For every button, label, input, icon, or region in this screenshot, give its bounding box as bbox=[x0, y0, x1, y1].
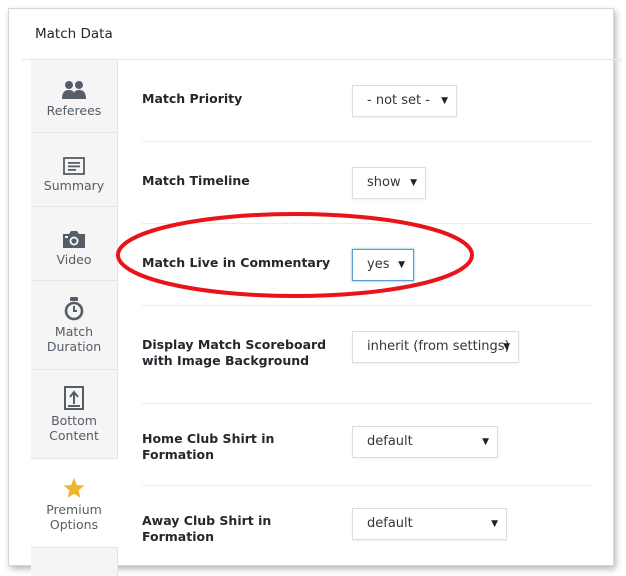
home-club-shirt-select[interactable]: default ▼ bbox=[352, 426, 498, 458]
stopwatch-icon bbox=[64, 295, 84, 321]
field-row: Display Match Scoreboard with Image Back… bbox=[142, 306, 592, 404]
select-value: inherit (from settings) bbox=[367, 339, 510, 354]
camera-icon bbox=[62, 223, 86, 249]
dropdown-arrow-icon: ▼ bbox=[398, 260, 405, 270]
field-label: Match Priority bbox=[142, 91, 243, 106]
field-label: Match Timeline bbox=[142, 173, 250, 188]
panel-title: Match Data bbox=[35, 26, 113, 42]
away-club-shirt-select[interactable]: default ▼ bbox=[352, 508, 507, 540]
field-label: Match Live in Commentary bbox=[142, 255, 331, 270]
dropdown-arrow-icon: ▼ bbox=[441, 96, 448, 106]
select-value: default bbox=[367, 434, 413, 449]
tab-premium-options[interactable]: Premium Options bbox=[31, 459, 118, 548]
users-icon bbox=[62, 74, 86, 100]
tab-label: Referees bbox=[46, 103, 102, 118]
dropdown-arrow-icon: ▼ bbox=[410, 178, 417, 188]
match-live-commentary-select[interactable]: yes ▼ bbox=[352, 249, 414, 281]
match-timeline-select[interactable]: show ▼ bbox=[352, 167, 426, 199]
tab-label: Match Duration bbox=[46, 324, 102, 354]
field-label: Home Club Shirt in Formation bbox=[142, 431, 275, 462]
dropdown-arrow-icon: ▼ bbox=[503, 342, 510, 352]
field-row: Match Timeline show ▼ bbox=[142, 142, 592, 224]
tab-bottom-content[interactable]: Bottom Content bbox=[31, 370, 117, 459]
sidebar: Referees Summary Video Match Duration Bo… bbox=[31, 60, 118, 576]
tab-video[interactable]: Video bbox=[31, 207, 117, 281]
panel-header: Match Data bbox=[22, 16, 622, 60]
tab-label: Video bbox=[56, 252, 92, 267]
field-row: Match Live in Commentary yes ▼ bbox=[142, 224, 592, 306]
dropdown-arrow-icon: ▼ bbox=[491, 519, 498, 529]
scoreboard-background-select[interactable]: inherit (from settings) ▼ bbox=[352, 331, 519, 363]
field-label: Away Club Shirt in Formation bbox=[142, 513, 272, 544]
select-value: show bbox=[367, 175, 401, 190]
select-value: default bbox=[367, 516, 413, 531]
tab-label: Premium Options bbox=[46, 502, 102, 532]
tab-summary[interactable]: Summary bbox=[31, 133, 117, 207]
field-row: Match Priority - not set - ▼ bbox=[142, 60, 592, 142]
tab-label: Bottom Content bbox=[49, 413, 99, 443]
summary-icon bbox=[63, 149, 85, 175]
star-icon bbox=[63, 473, 85, 499]
options-content: Match Priority - not set - ▼ Match Timel… bbox=[118, 60, 608, 576]
tab-label: Summary bbox=[43, 178, 105, 193]
dropdown-arrow-icon: ▼ bbox=[482, 437, 489, 447]
match-priority-select[interactable]: - not set - ▼ bbox=[352, 85, 457, 117]
select-value: - not set - bbox=[367, 93, 430, 108]
field-label: Display Match Scoreboard with Image Back… bbox=[142, 337, 327, 368]
field-row: Home Club Shirt in Formation default ▼ bbox=[142, 404, 592, 486]
tab-referees[interactable]: Referees bbox=[31, 60, 117, 133]
field-row: Away Club Shirt in Formation default ▼ bbox=[142, 486, 592, 576]
select-value: yes bbox=[367, 257, 390, 272]
tab-match-duration[interactable]: Match Duration bbox=[31, 281, 117, 370]
bottom-content-icon bbox=[64, 384, 84, 410]
